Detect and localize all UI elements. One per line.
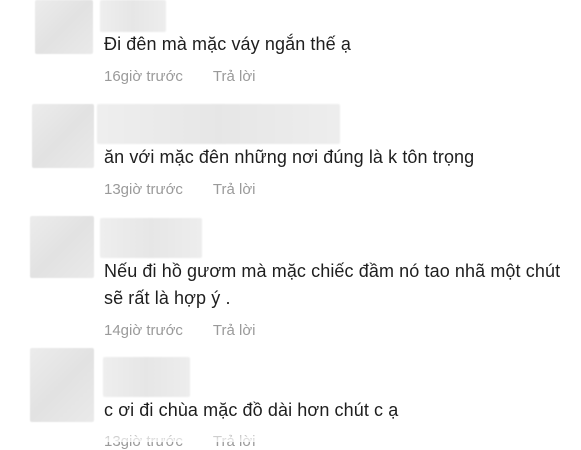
scroll-fade bbox=[0, 428, 581, 442]
comment-text: c ơi đi chùa mặc đồ dài hơn chút c ạ bbox=[104, 397, 564, 424]
reply-button[interactable]: Trả lời bbox=[213, 68, 256, 85]
comment-timestamp: 16giờ trước bbox=[104, 68, 183, 85]
avatar[interactable] bbox=[32, 104, 94, 168]
commenter-name[interactable] bbox=[103, 357, 190, 397]
comment-meta: 13giờ trước Trả lời bbox=[104, 181, 256, 198]
reply-button[interactable]: Trả lời bbox=[213, 322, 256, 339]
comment-text: ăn với mặc đên những nơi đúng là k tôn t… bbox=[104, 144, 574, 171]
comment-timestamp: 14giờ trước bbox=[104, 322, 183, 339]
avatar[interactable] bbox=[35, 0, 93, 54]
commenter-name[interactable] bbox=[100, 0, 166, 32]
comment-meta: 14giờ trước Trả lời bbox=[104, 322, 256, 339]
commenter-name[interactable] bbox=[97, 104, 340, 144]
comment-timestamp: 13giờ trước bbox=[104, 181, 183, 198]
commenter-name[interactable] bbox=[100, 218, 202, 258]
avatar[interactable] bbox=[30, 216, 94, 278]
comment-text: Đi đên mà mặc váy ngắn thế ạ bbox=[104, 31, 564, 58]
reply-button[interactable]: Trả lời bbox=[213, 181, 256, 198]
comment-meta: 16giờ trước Trả lời bbox=[104, 68, 256, 85]
comment-text: Nếu đi hồ gươm mà mặc chiếc đầm nó tao n… bbox=[104, 258, 569, 312]
avatar[interactable] bbox=[30, 348, 94, 422]
